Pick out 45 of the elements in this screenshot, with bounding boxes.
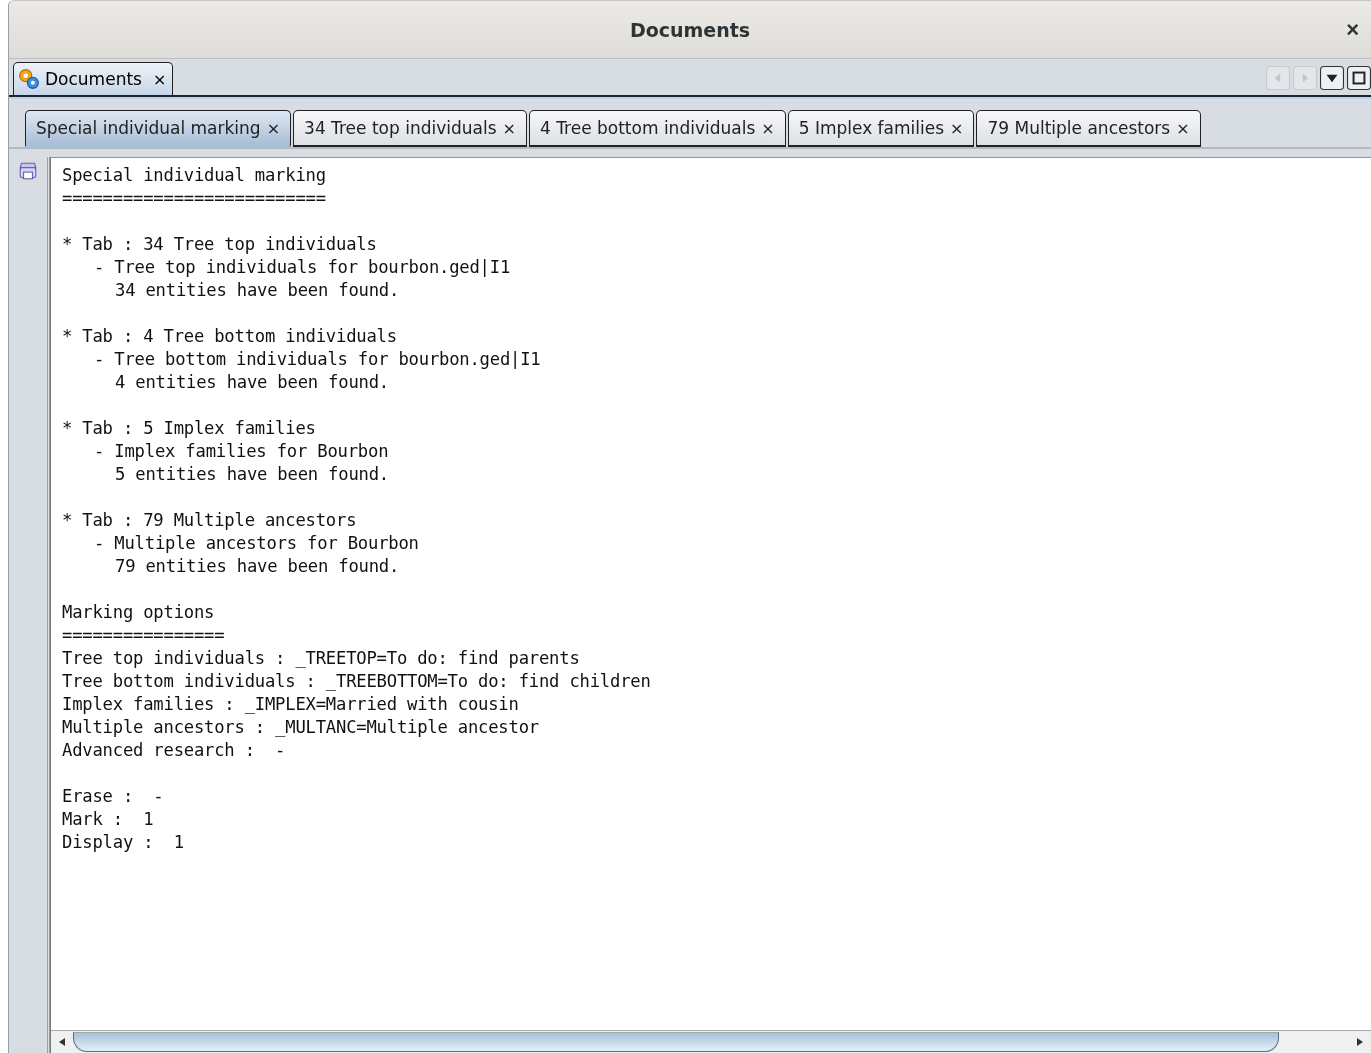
setting-line: Erase : - [62, 785, 164, 808]
close-button[interactable]: × [1342, 17, 1363, 43]
option-line: Tree top individuals : _TREETOP=To do: find parents [62, 647, 580, 670]
option-line: Advanced research : - [62, 739, 286, 762]
tab-heading: * Tab : 4 Tree bottom individuals [62, 325, 397, 348]
tab-heading: * Tab : 5 Implex families [62, 417, 316, 440]
option-line: Tree bottom individuals : _TREEBOTTOM=To do: find children [62, 670, 651, 693]
underline-text: ================ [62, 624, 225, 647]
scrollbar-thumb[interactable] [73, 1032, 1279, 1052]
document-tab[interactable]: Documents × [13, 62, 174, 95]
option-line: Multiple ancestors : _MULTANC=Multiple ancestor [62, 716, 539, 739]
tab-heading: * Tab : 79 Multiple ancestors [62, 509, 357, 532]
tab[interactable]: 79 Multiple ancestors × [976, 110, 1201, 147]
tab-close-icon[interactable]: × [266, 118, 281, 138]
tab-close-icon[interactable]: × [761, 118, 775, 138]
result-line: 4 entities have been found. [114, 371, 389, 394]
horizontal-scrollbar[interactable] [51, 1030, 1371, 1053]
result-line: 5 entities have been found. [114, 463, 389, 486]
dropdown-button[interactable] [1320, 66, 1344, 90]
window-title: Documents [629, 18, 751, 41]
tab-close-icon[interactable]: × [1176, 118, 1190, 138]
option-line: Implex families : _IMPLEX=Married with cousin [62, 693, 519, 716]
setting-line: Display : 1 [62, 831, 184, 854]
tab-heading: * Tab : 34 Tree top individuals [62, 233, 377, 256]
query-line: - Tree top individuals for bourbon.ged|I1 [93, 256, 511, 279]
tab[interactable]: 4 Tree bottom individuals × [528, 110, 786, 147]
report-title: Special individual marking [62, 164, 326, 187]
options-title: Marking options [62, 601, 215, 624]
tab-close-icon[interactable]: × [152, 69, 167, 89]
setting-line: Mark : 1 [62, 808, 154, 831]
query-line: - Implex families for Bourbon [93, 440, 389, 463]
tab-label: Documents [45, 69, 142, 89]
result-line: 34 entities have been found. [114, 279, 400, 302]
tab[interactable]: 5 Implex families × [787, 110, 975, 147]
tab[interactable]: Special individual marking × [25, 110, 292, 147]
maximize-button[interactable] [1347, 66, 1371, 90]
print-icon[interactable] [18, 161, 38, 181]
query-line: - Tree bottom individuals for bourbon.ged|I1 [93, 348, 541, 371]
underline-text: ========================== [62, 187, 326, 210]
query-line: - Multiple ancestors for Bourbon [93, 532, 419, 555]
tab[interactable]: 34 Tree top individuals × [293, 110, 527, 147]
result-line: 79 entities have been found. [114, 555, 400, 578]
tab-close-icon[interactable]: × [502, 118, 516, 138]
gears-icon [18, 68, 40, 90]
tab-close-icon[interactable]: × [950, 118, 964, 138]
